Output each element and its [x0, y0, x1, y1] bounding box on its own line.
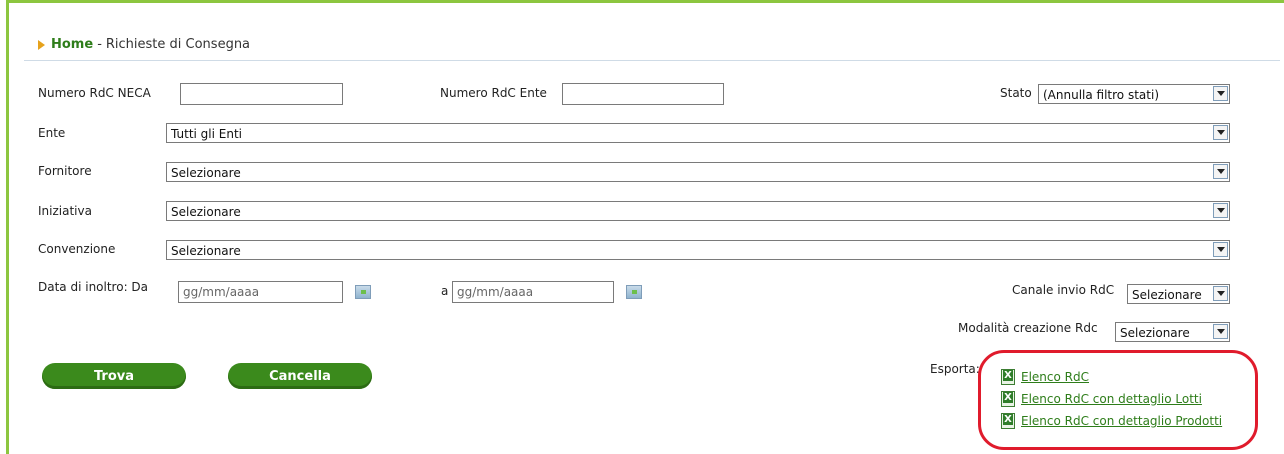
trova-button[interactable]: Trova	[42, 363, 186, 389]
data-from-input[interactable]	[178, 281, 343, 303]
chevron-down-icon[interactable]	[1213, 324, 1228, 339]
excel-icon	[1001, 391, 1015, 407]
ente-label: Ente	[38, 126, 66, 140]
fornitore-selected-value: Selezionare	[171, 166, 241, 180]
stato-label: Stato	[1000, 86, 1032, 100]
iniziativa-select[interactable]: Selezionare	[166, 201, 1230, 221]
calendar-icon[interactable]	[355, 285, 371, 299]
breadcrumb-home-link[interactable]: Home	[51, 37, 93, 52]
breadcrumb-divider	[24, 60, 1280, 61]
export-link-dettaglio-lotti[interactable]: Elenco RdC con dettaglio Lotti	[1001, 391, 1202, 407]
canale-invio-selected-value: Selezionare	[1132, 288, 1202, 302]
breadcrumb-separator: -	[97, 37, 102, 52]
chevron-down-icon[interactable]	[1213, 203, 1228, 218]
modalita-creazione-selected-value: Selezionare	[1120, 326, 1190, 340]
chevron-down-icon[interactable]	[1213, 125, 1228, 140]
breadcrumb-current: Richieste di Consegna	[105, 37, 251, 52]
convenzione-select[interactable]: Selezionare	[166, 240, 1230, 260]
export-link-label[interactable]: Elenco RdC con dettaglio Lotti	[1021, 392, 1202, 406]
export-link-elenco-rdc[interactable]: Elenco RdC	[1001, 369, 1089, 385]
fornitore-select[interactable]: Selezionare	[166, 162, 1230, 182]
convenzione-selected-value: Selezionare	[171, 244, 241, 258]
export-link-dettaglio-prodotti[interactable]: Elenco RdC con dettaglio Prodotti	[1001, 413, 1222, 429]
chevron-down-icon[interactable]	[1213, 164, 1228, 179]
chevron-down-icon[interactable]	[1213, 86, 1228, 101]
numero-rdc-ente-label: Numero RdC Ente	[440, 86, 547, 100]
iniziativa-label: Iniziativa	[38, 204, 92, 218]
excel-icon	[1001, 413, 1015, 429]
breadcrumb: Home - Richieste di Consegna	[38, 37, 250, 52]
canale-invio-select[interactable]: Selezionare	[1127, 284, 1230, 304]
iniziativa-selected-value: Selezionare	[171, 205, 241, 219]
numero-rdc-neca-label: Numero RdC NECA	[38, 86, 151, 100]
fornitore-label: Fornitore	[38, 164, 92, 178]
export-link-label[interactable]: Elenco RdC con dettaglio Prodotti	[1021, 414, 1222, 428]
export-link-label[interactable]: Elenco RdC	[1021, 370, 1089, 384]
breadcrumb-arrow-icon	[38, 39, 45, 50]
ente-select[interactable]: Tutti gli Enti	[166, 123, 1230, 143]
ente-selected-value: Tutti gli Enti	[171, 127, 242, 141]
excel-icon	[1001, 369, 1015, 385]
data-to-input[interactable]	[452, 281, 614, 303]
calendar-icon[interactable]	[626, 285, 642, 299]
data-to-label: a	[441, 284, 449, 298]
stato-selected-value: (Annulla filtro stati)	[1043, 88, 1159, 102]
stato-select[interactable]: (Annulla filtro stati)	[1038, 84, 1230, 104]
convenzione-label: Convenzione	[38, 242, 116, 256]
chevron-down-icon[interactable]	[1213, 286, 1228, 301]
numero-rdc-ente-input[interactable]	[562, 83, 724, 105]
chevron-down-icon[interactable]	[1213, 242, 1228, 257]
modalita-creazione-label: Modalità creazione Rdc	[958, 321, 1098, 335]
export-label: Esporta:	[930, 362, 980, 376]
data-inoltro-label: Data di inoltro: Da	[38, 280, 149, 294]
canale-invio-label: Canale invio RdC	[1012, 283, 1115, 297]
cancella-button[interactable]: Cancella	[228, 363, 372, 389]
numero-rdc-neca-input[interactable]	[180, 83, 343, 105]
modalita-creazione-select[interactable]: Selezionare	[1115, 322, 1230, 342]
